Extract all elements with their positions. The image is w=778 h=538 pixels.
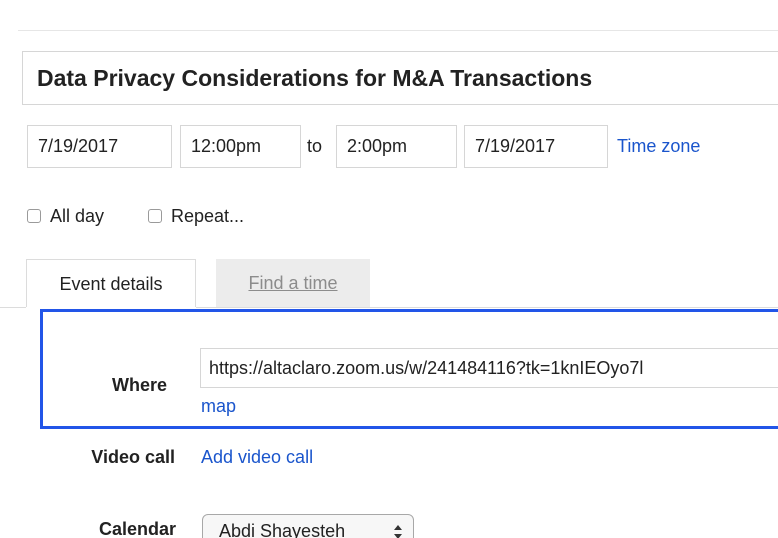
- tab-divider: [0, 307, 26, 308]
- to-label: to: [307, 136, 323, 156]
- tab-divider: [196, 307, 778, 308]
- map-link[interactable]: map: [201, 396, 236, 417]
- all-day-label: All day: [50, 205, 105, 226]
- timezone-link[interactable]: Time zone: [617, 125, 700, 168]
- add-video-call-link[interactable]: Add video call: [201, 447, 313, 468]
- repeat-option[interactable]: Repeat...: [148, 203, 244, 229]
- select-arrows-icon: [394, 525, 402, 538]
- event-title-field[interactable]: Data Privacy Considerations for M&A Tran…: [22, 51, 778, 105]
- end-date-input[interactable]: 7/19/2017: [464, 125, 608, 168]
- tab-event-details[interactable]: Event details: [26, 259, 196, 307]
- calendar-select[interactable]: Abdi Shayesteh: [202, 514, 414, 538]
- videocall-label: Video call: [91, 447, 175, 467]
- top-divider: [18, 30, 778, 31]
- repeat-checkbox[interactable]: [148, 209, 162, 223]
- all-day-checkbox[interactable]: [27, 209, 41, 223]
- end-time-input[interactable]: 2:00pm: [336, 125, 457, 168]
- repeat-label: Repeat...: [171, 205, 245, 226]
- start-date-input[interactable]: 7/19/2017: [27, 125, 172, 168]
- event-title-text: Data Privacy Considerations for M&A Tran…: [37, 65, 593, 91]
- calendar-label: Calendar: [98, 519, 176, 538]
- calendar-selected-value: Abdi Shayesteh: [219, 521, 346, 538]
- all-day-option[interactable]: All day: [27, 203, 104, 229]
- event-edit-page: Data Privacy Considerations for M&A Tran…: [0, 0, 778, 538]
- where-label: Where: [111, 375, 167, 395]
- start-time-input[interactable]: 12:00pm: [180, 125, 301, 168]
- tab-find-a-time[interactable]: Find a time: [216, 259, 370, 307]
- where-input[interactable]: https://altaclaro.zoom.us/w/241484116?tk…: [200, 348, 778, 388]
